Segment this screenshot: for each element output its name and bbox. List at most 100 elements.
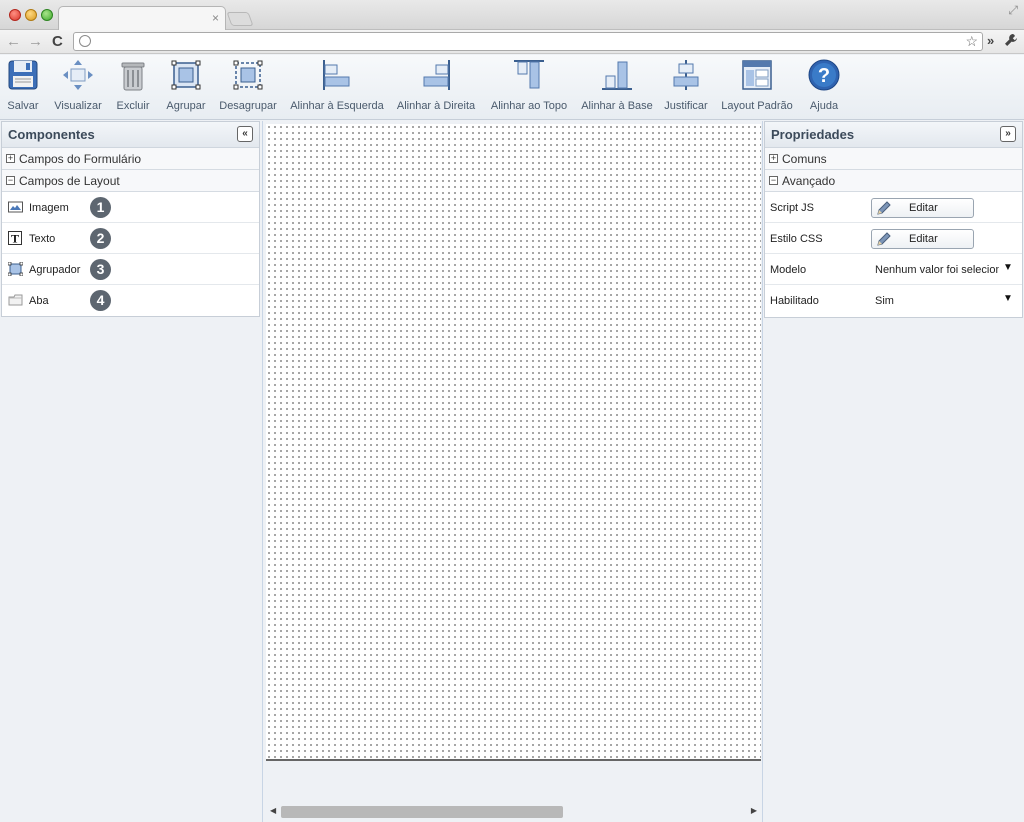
component-item-text[interactable]: T Texto 2 [2, 223, 259, 254]
preview-icon [63, 60, 93, 90]
section-label: Campos de Layout [19, 174, 120, 188]
tab-close-icon[interactable]: × [212, 11, 219, 25]
section-common[interactable]: + Comuns [765, 148, 1022, 170]
bookmark-star-icon[interactable]: ☆ [965, 33, 978, 50]
section-label: Comuns [782, 152, 827, 166]
section-layout-fields[interactable]: − Campos de Layout [2, 170, 259, 192]
justify-icon [673, 60, 699, 90]
property-style-css: Estilo CSS Editar [765, 223, 1022, 254]
pencil-icon [877, 232, 891, 246]
help-label: Ajuda [809, 100, 839, 112]
extensions-chevron-icon[interactable]: » [987, 33, 994, 48]
property-label: Estilo CSS [770, 233, 823, 245]
delete-label: Excluir [116, 100, 150, 112]
property-model: Modelo Nenhum valor foi selecionado ▼ [765, 254, 1022, 285]
enabled-select[interactable]: Sim [875, 295, 999, 307]
ungroup-label: Desagrupar [219, 100, 277, 112]
align-left-label: Alinhar à Esquerda [290, 100, 384, 112]
collapse-icon[interactable]: − [6, 176, 15, 185]
section-label: Avançado [782, 174, 836, 188]
component-label: Agrupador [29, 264, 81, 276]
forward-icon[interactable]: → [28, 33, 43, 51]
collapse-icon[interactable]: − [769, 176, 778, 185]
expand-panel-button[interactable]: » [1000, 126, 1016, 142]
properties-title: Propriedades [771, 127, 855, 142]
align-left-icon [323, 60, 350, 90]
properties-panel: Propriedades » + Comuns − Avançado Scrip… [764, 121, 1023, 318]
help-icon: ? [808, 59, 840, 91]
property-enabled: Habilitado Sim ▼ [765, 285, 1022, 316]
align-left-button[interactable]: Alinhar à Esquerda [288, 58, 386, 118]
dropdown-arrow-icon[interactable]: ▼ [1003, 293, 1013, 304]
design-area: ◀ ▶ [262, 121, 763, 822]
property-label: Habilitado [770, 295, 819, 307]
design-canvas[interactable] [266, 124, 761, 761]
properties-header: Propriedades » [765, 122, 1022, 148]
component-label: Imagem [29, 202, 69, 214]
preview-button[interactable]: Visualizar [52, 58, 104, 118]
horizontal-scrollbar[interactable]: ◀ ▶ [268, 805, 759, 819]
grouper-icon [8, 262, 23, 276]
component-item-grouper[interactable]: Agrupador 3 [2, 254, 259, 285]
scrollbar-thumb[interactable] [281, 806, 563, 818]
url-input[interactable]: ☆ [73, 32, 983, 51]
scroll-left-icon[interactable]: ◀ [270, 806, 276, 815]
save-icon [8, 60, 38, 90]
fullscreen-icon[interactable]: ⤢ [1008, 3, 1018, 18]
edit-script-button[interactable]: Editar [871, 198, 974, 218]
save-label: Salvar [7, 100, 39, 112]
expand-icon[interactable]: + [6, 154, 15, 163]
justify-button[interactable]: Justificar [662, 58, 710, 118]
dropdown-arrow-icon[interactable]: ▼ [1003, 262, 1013, 273]
align-top-label: Alinhar ao Topo [490, 100, 568, 112]
align-right-icon [423, 60, 450, 90]
tab-icon [8, 294, 23, 306]
expand-icon[interactable]: + [769, 154, 778, 163]
save-button[interactable]: Salvar [4, 58, 42, 118]
property-script-js: Script JS Editar [765, 192, 1022, 223]
reload-icon[interactable]: C [52, 33, 63, 51]
components-panel: Componentes « + Campos do Formulário − C… [1, 121, 260, 317]
align-right-label: Alinhar à Direita [396, 100, 476, 112]
property-label: Modelo [770, 264, 807, 276]
help-button[interactable]: ? Ajuda [804, 58, 844, 118]
align-top-icon [514, 60, 544, 89]
section-advanced[interactable]: − Avançado [765, 170, 1022, 192]
wrench-icon[interactable] [1004, 33, 1018, 50]
collapse-panel-button[interactable]: « [237, 126, 253, 142]
components-header: Componentes « [2, 122, 259, 148]
align-bottom-button[interactable]: Alinhar à Base [580, 58, 654, 118]
maximize-window-button[interactable] [41, 9, 53, 21]
step-badge: 2 [90, 228, 111, 249]
justify-label: Justificar [664, 100, 708, 112]
close-window-button[interactable] [9, 9, 21, 21]
back-icon[interactable]: ← [6, 33, 21, 51]
default-layout-button[interactable]: Layout Padrão [720, 58, 794, 118]
edit-button-label: Editar [909, 202, 938, 214]
ungroup-button[interactable]: Desagrupar [218, 58, 278, 118]
edit-style-button[interactable]: Editar [871, 229, 974, 249]
align-top-button[interactable]: Alinhar ao Topo [487, 58, 571, 118]
minimize-window-button[interactable] [25, 9, 37, 21]
edit-button-label: Editar [909, 233, 938, 245]
scroll-right-icon[interactable]: ▶ [751, 806, 757, 815]
step-badge: 1 [90, 197, 111, 218]
default-layout-icon [742, 60, 772, 90]
image-icon [8, 201, 23, 213]
group-button[interactable]: Agrupar [164, 58, 208, 118]
browser-tab[interactable]: × [58, 6, 226, 31]
app-toolbar: Salvar Visualizar Excluir Agrupar Desagr… [0, 55, 1024, 120]
group-label: Agrupar [166, 100, 206, 112]
align-right-button[interactable]: Alinhar à Direita [394, 58, 478, 118]
section-form-fields[interactable]: + Campos do Formulário [2, 148, 259, 170]
trash-icon [121, 62, 145, 91]
components-title: Componentes [8, 127, 95, 142]
component-item-image[interactable]: Imagem 1 [2, 192, 259, 223]
component-item-tab[interactable]: Aba 4 [2, 285, 259, 316]
delete-button[interactable]: Excluir [114, 58, 152, 118]
component-label: Aba [29, 295, 49, 307]
new-tab-button[interactable] [226, 12, 254, 26]
step-badge: 3 [90, 259, 111, 280]
model-select[interactable]: Nenhum valor foi selecionado [875, 264, 999, 276]
globe-icon [79, 35, 91, 47]
